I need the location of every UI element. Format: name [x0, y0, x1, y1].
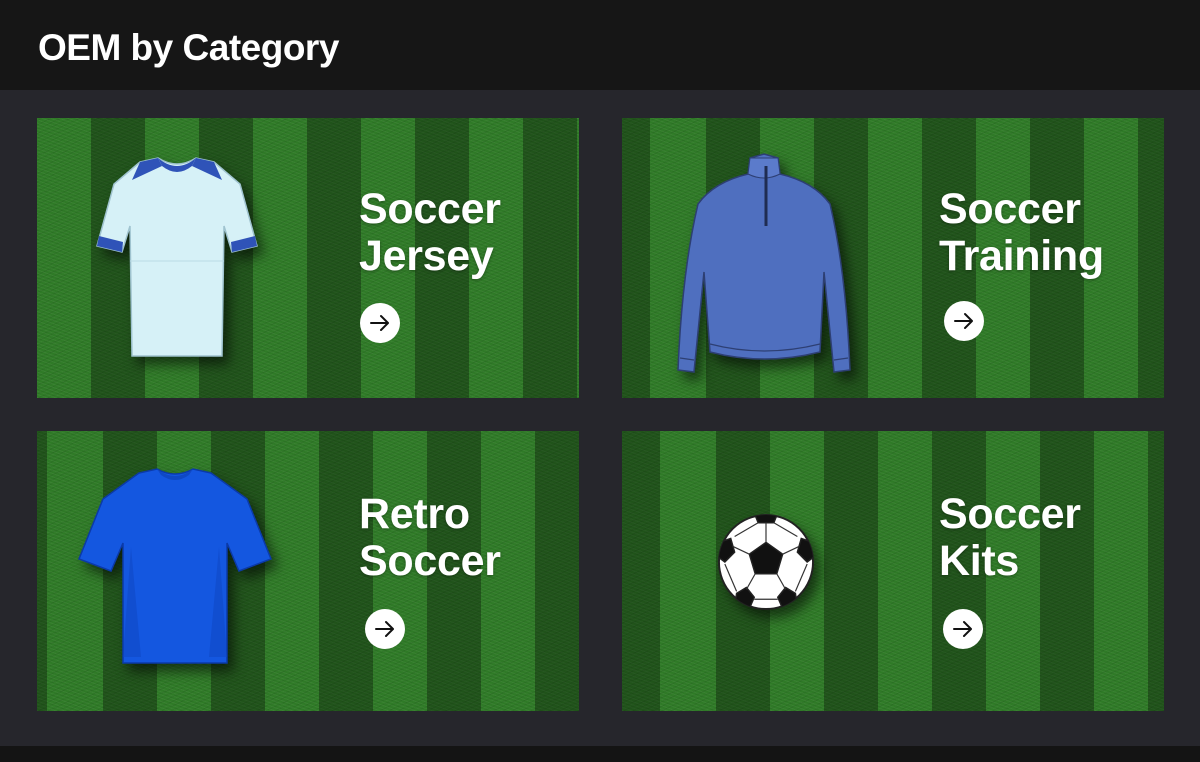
card-title: Soccer Training [939, 186, 1104, 280]
open-category-button[interactable] [943, 609, 983, 649]
card-title-line1: Soccer [359, 185, 501, 233]
category-card-retro-soccer[interactable]: Retro Soccer [37, 431, 579, 711]
card-title-line2: Kits [939, 537, 1020, 585]
card-title-line2: Jersey [359, 232, 494, 280]
page-header: OEM by Category [0, 0, 1200, 90]
card-title: Soccer Jersey [359, 186, 501, 280]
arrow-right-icon [370, 315, 389, 331]
category-card-soccer-jersey[interactable]: Soccer Jersey [37, 118, 579, 398]
open-category-button[interactable] [365, 609, 405, 649]
card-title: Soccer Kits [939, 491, 1081, 585]
card-title-line1: Retro [359, 490, 470, 538]
blue-training-top-image [677, 153, 851, 373]
open-category-button[interactable] [360, 303, 400, 343]
page-title: OEM by Category [38, 27, 339, 68]
arrow-right-icon [375, 621, 394, 637]
arrow-right-icon [953, 621, 972, 637]
card-title-line1: Soccer [939, 185, 1081, 233]
category-card-soccer-training[interactable]: Soccer Training [622, 118, 1164, 398]
card-title-line2: Training [939, 232, 1104, 280]
open-category-button[interactable] [944, 301, 984, 341]
card-title-line1: Soccer [939, 490, 1081, 538]
soccer-ball-image [717, 513, 815, 611]
card-title: Retro Soccer [359, 491, 501, 585]
blue-jersey-image [78, 468, 272, 664]
light-blue-jersey-image [96, 157, 258, 357]
arrow-right-icon [954, 313, 973, 329]
category-card-soccer-kits[interactable]: Soccer Kits [622, 431, 1164, 711]
card-title-line2: Soccer [359, 537, 501, 585]
bottom-bar [0, 746, 1200, 762]
